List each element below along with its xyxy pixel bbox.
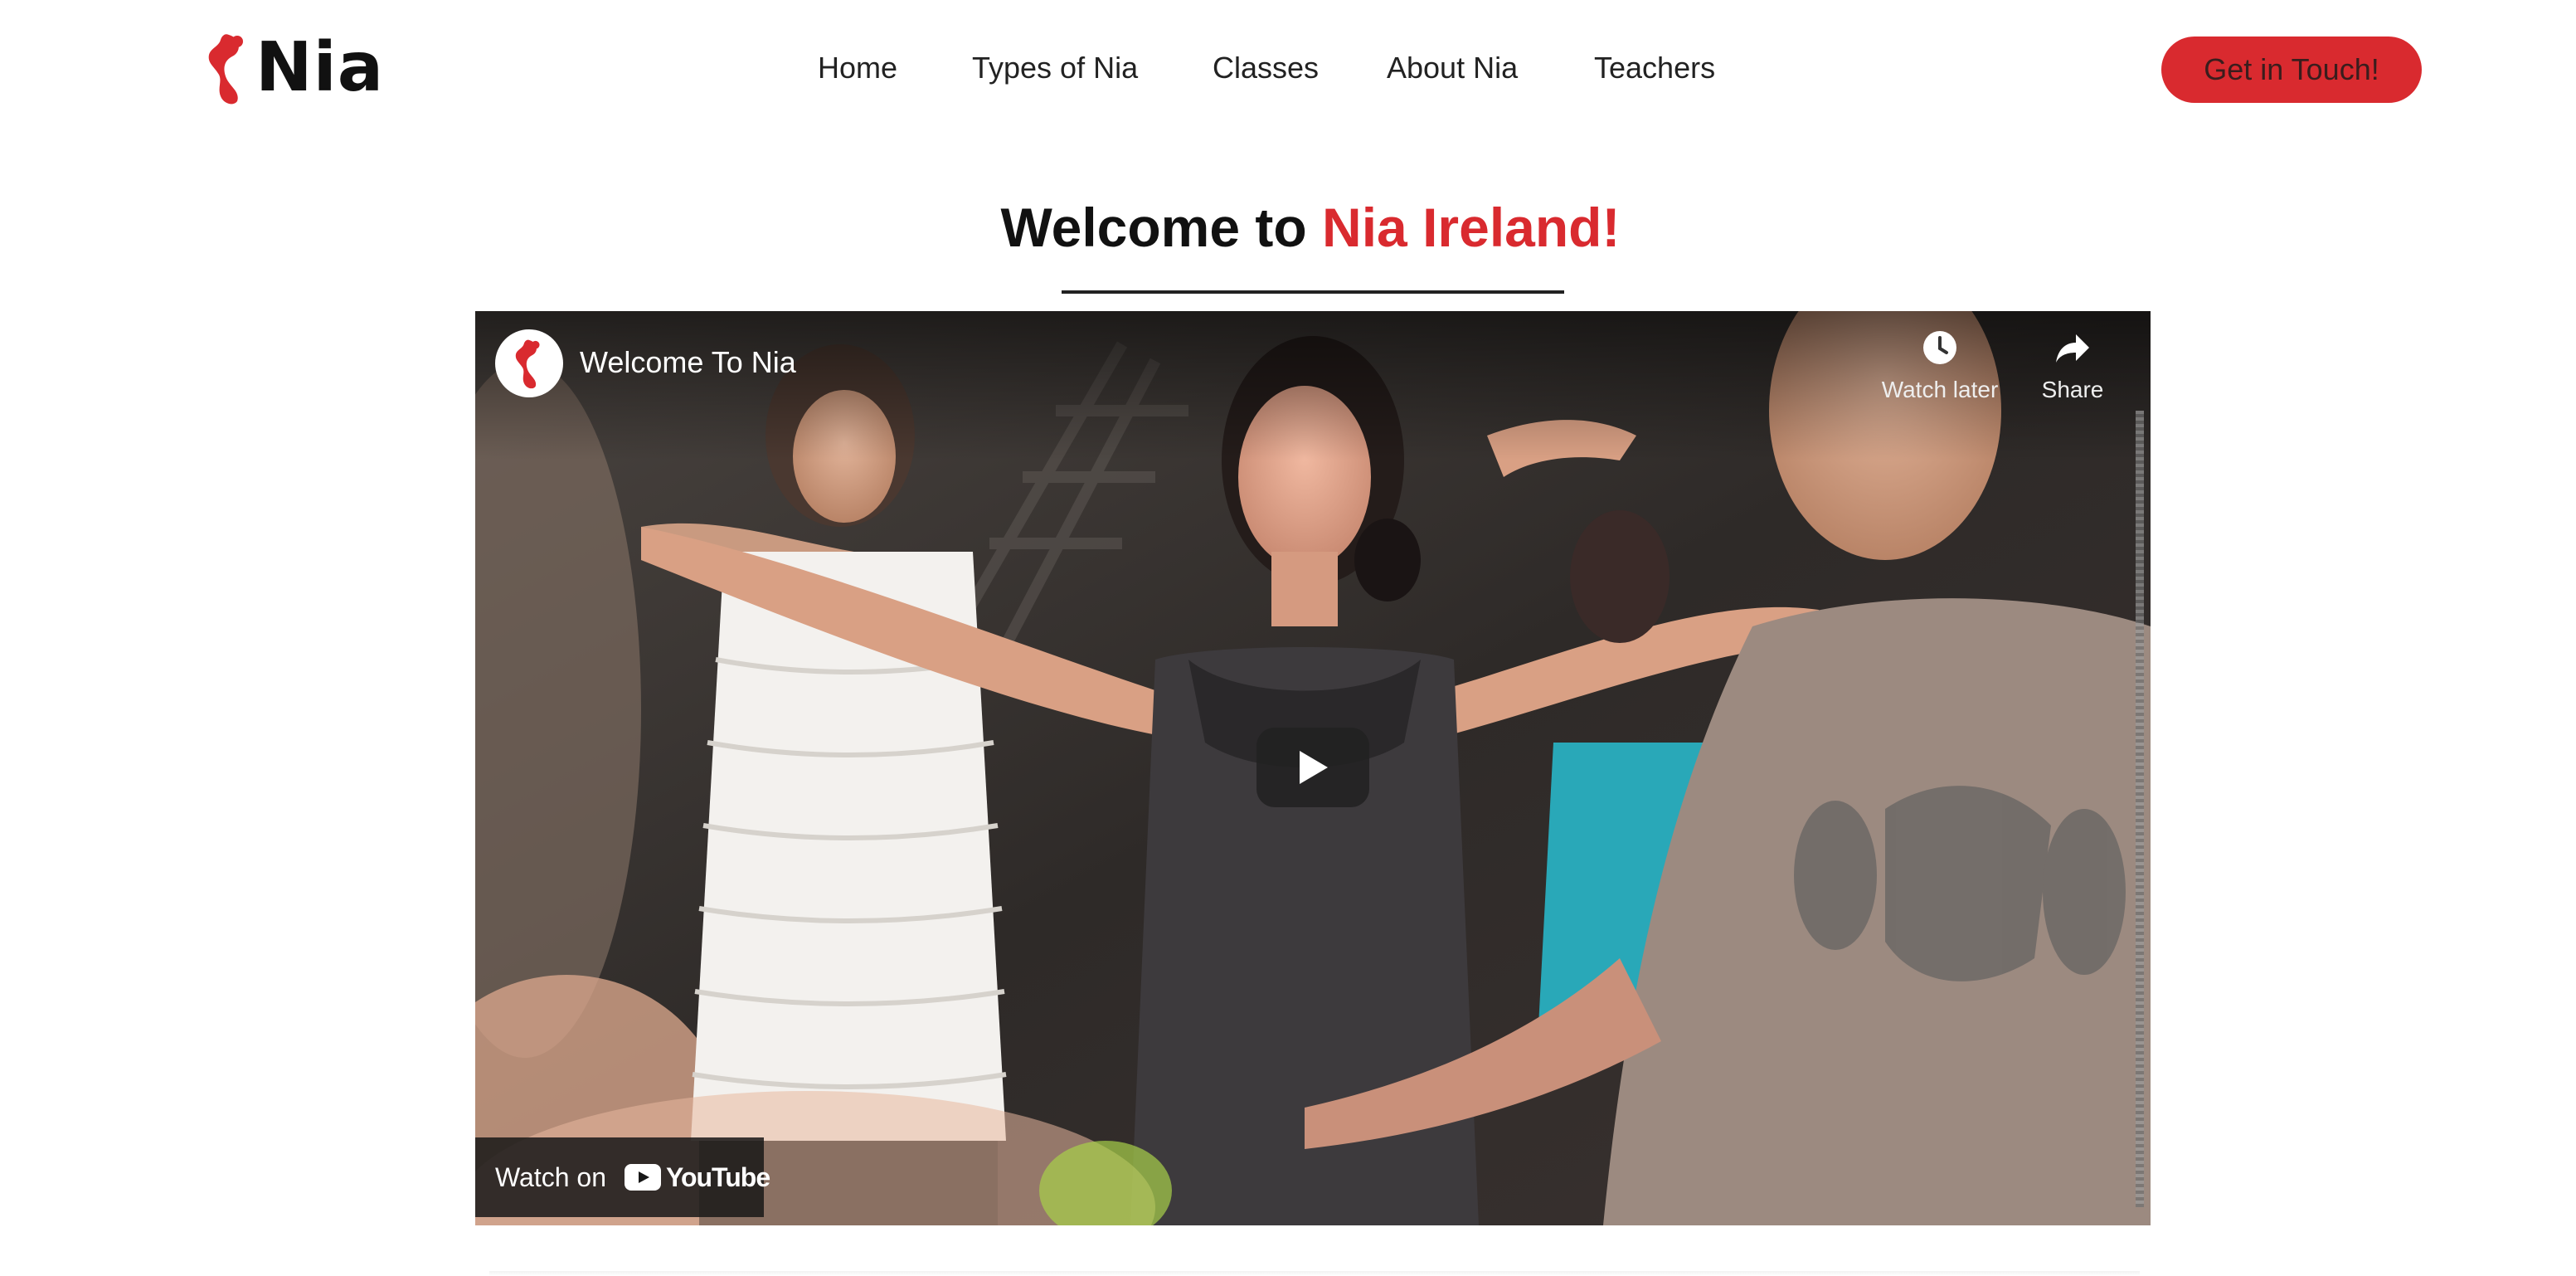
nav-classes[interactable]: Classes [1213,46,1319,90]
video-title[interactable]: Welcome To Nia [580,343,796,382]
nia-figure-icon [515,339,540,389]
watch-on-label: Watch on [495,1162,606,1192]
youtube-logo: YouTube [624,1162,770,1193]
nav-teachers[interactable]: Teachers [1594,46,1715,90]
watch-later-button[interactable]: Watch later [1874,329,2006,403]
nav-about-nia[interactable]: About Nia [1387,46,1518,90]
play-button[interactable] [1256,728,1369,807]
youtube-wordmark: YouTube [665,1162,770,1192]
clock-icon [1923,331,1956,364]
page-title: Welcome to Nia Ireland! [987,194,1634,261]
share-arrow-icon [2056,334,2089,363]
watch-later-label: Watch later [1881,377,1999,402]
nav-home[interactable]: Home [818,46,897,90]
channel-avatar[interactable] [495,329,563,397]
share-button[interactable]: Share [2006,329,2139,403]
play-icon [1300,751,1328,784]
youtube-play-icon [624,1164,661,1191]
nav-types-of-nia[interactable]: Types of Nia [972,46,1138,90]
title-underline [1062,290,1564,294]
site-header: Nia Home Types of Nia Classes About Nia … [0,0,2576,133]
page-title-highlight: Nia Ireland! [1322,197,1621,259]
page-title-prefix: Welcome to [1000,197,1323,259]
get-in-touch-button[interactable]: Get in Touch! [2161,37,2422,103]
video-edge-strip [2136,411,2144,1207]
watch-on-youtube-button[interactable]: Watch on YouTube [475,1137,770,1217]
section-divider [489,1271,2140,1276]
video-player[interactable]: Welcome To Nia Watch later Share Watch o… [475,311,2151,1225]
share-label: Share [2041,377,2104,402]
